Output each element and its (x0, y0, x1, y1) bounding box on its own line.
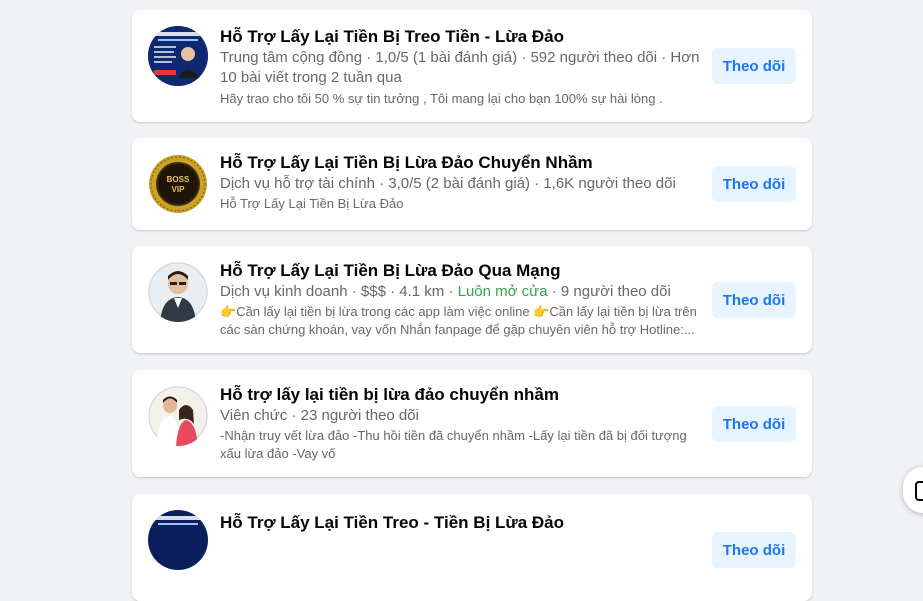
result-body: Hỗ Trợ Lấy Lại Tiền Bị Treo Tiền - Lừa Đ… (220, 26, 700, 108)
page-title[interactable]: Hỗ Trợ Lấy Lại Tiền Bị Lừa Đảo Qua Mạng (220, 260, 700, 282)
follow-button[interactable]: Theo dõi (712, 48, 796, 84)
page-title[interactable]: Hỗ Trợ Lấy Lại Tiền Bị Treo Tiền - Lừa Đ… (220, 26, 700, 48)
page-description: 👉Cần lấy lại tiền bị lừa trong các app l… (220, 303, 700, 339)
description-line: 👉Cần lấy lại tiền bị lừa trong các app l… (220, 303, 700, 321)
result-body: Hỗ Trợ Lấy Lại Tiền Bị Lừa Đảo Chuyển Nh… (220, 152, 700, 213)
avatar-image-icon (148, 510, 208, 570)
result-card[interactable]: Hỗ Trợ Lấy Lại Tiền Bị Treo Tiền - Lừa Đ… (132, 10, 812, 122)
follower-count: · 9 người theo dõi (547, 283, 671, 300)
compose-icon (915, 481, 923, 501)
result-body: Hỗ Trợ Lấy Lại Tiền Bị Lừa Đảo Qua Mạng … (220, 260, 700, 339)
couple-photo-icon (148, 386, 208, 446)
description-text: Cần lấy lại tiền bị lừa trên (549, 304, 697, 319)
open-status: Luôn mở cửa (457, 283, 548, 300)
page-description: Hãy trao cho tôi 50 % sự tin tưởng , Tôi… (220, 91, 663, 106)
page-title[interactable]: Hỗ Trợ Lấy Lại Tiền Bị Lừa Đảo Chuyển Nh… (220, 152, 700, 174)
result-card[interactable]: Hỗ trợ lấy lại tiền bị lừa đảo chuyển nh… (132, 370, 812, 477)
page-avatar[interactable] (148, 386, 208, 446)
page-meta-text: Dịch vụ kinh doanh · $$$ · 4.1 km · (220, 283, 458, 300)
follow-button[interactable]: Theo dõi (712, 282, 796, 318)
pointing-hand-icon: 👉 (533, 304, 550, 319)
result-body: Hỗ trợ lấy lại tiền bị lừa đảo chuyển nh… (220, 384, 700, 463)
page-meta: Dịch vụ hỗ trợ tài chính · 3,0/5 (2 bài … (220, 175, 676, 192)
boss-vip-badge-icon: BOSS VIP (148, 154, 208, 214)
page-avatar[interactable] (148, 26, 208, 86)
result-body: Hỗ Trợ Lấy Lại Tiền Treo - Tiền Bị Lừa Đ… (220, 512, 700, 534)
follow-button[interactable]: Theo dõi (712, 406, 796, 442)
page-meta-line: Trung tâm cộng đồng · 1,0/5 (1 bài đánh … (220, 49, 700, 66)
page-avatar[interactable] (148, 510, 208, 570)
page-description: -Nhận truy vết lừa đảo -Thu hồi tiền đã … (220, 427, 700, 463)
page-meta: Viên chức · 23 người theo dõi (220, 407, 419, 424)
page-avatar[interactable] (148, 262, 208, 322)
page-meta-line: 10 bài viết trong 2 tuần qua (220, 69, 402, 86)
result-card[interactable]: Hỗ Trợ Lấy Lại Tiền Treo - Tiền Bị Lừa Đ… (132, 494, 812, 601)
description-line: xấu lừa đảo -Vay vố (220, 446, 336, 461)
follow-button[interactable]: Theo dõi (712, 532, 796, 568)
badge-text-boss: BOSS (167, 175, 190, 184)
person-photo-icon (148, 262, 208, 322)
page-title[interactable]: Hỗ Trợ Lấy Lại Tiền Treo - Tiền Bị Lừa Đ… (220, 512, 700, 534)
result-card[interactable]: Hỗ Trợ Lấy Lại Tiền Bị Lừa Đảo Qua Mạng … (132, 246, 812, 353)
result-card[interactable]: BOSS VIP Hỗ Trợ Lấy Lại Tiền Bị Lừa Đảo … (132, 138, 812, 230)
pointing-hand-icon: 👉 (220, 304, 237, 319)
page-meta: Trung tâm cộng đồng · 1,0/5 (1 bài đánh … (220, 48, 700, 88)
page-title[interactable]: Hỗ trợ lấy lại tiền bị lừa đảo chuyển nh… (220, 384, 700, 406)
new-message-button[interactable] (903, 467, 923, 513)
description-line: -Nhận truy vết lừa đảo -Thu hồi tiền đã … (220, 428, 687, 443)
page-description: Hỗ Trợ Lấy Lại Tiền Bị Lừa Đảo (220, 196, 404, 211)
page-avatar[interactable]: BOSS VIP (148, 154, 208, 214)
page-meta: Dịch vụ kinh doanh · $$$ · 4.1 km · Luôn… (220, 282, 700, 302)
avatar-image-icon (148, 26, 208, 86)
description-line: các sàn chứng khoán, vay vốn Nhắn fanpag… (220, 322, 695, 337)
follow-button[interactable]: Theo dõi (712, 166, 796, 202)
description-text: Cần lấy lại tiền bị lừa trong các app là… (236, 304, 534, 319)
badge-text-vip: VIP (172, 185, 186, 194)
